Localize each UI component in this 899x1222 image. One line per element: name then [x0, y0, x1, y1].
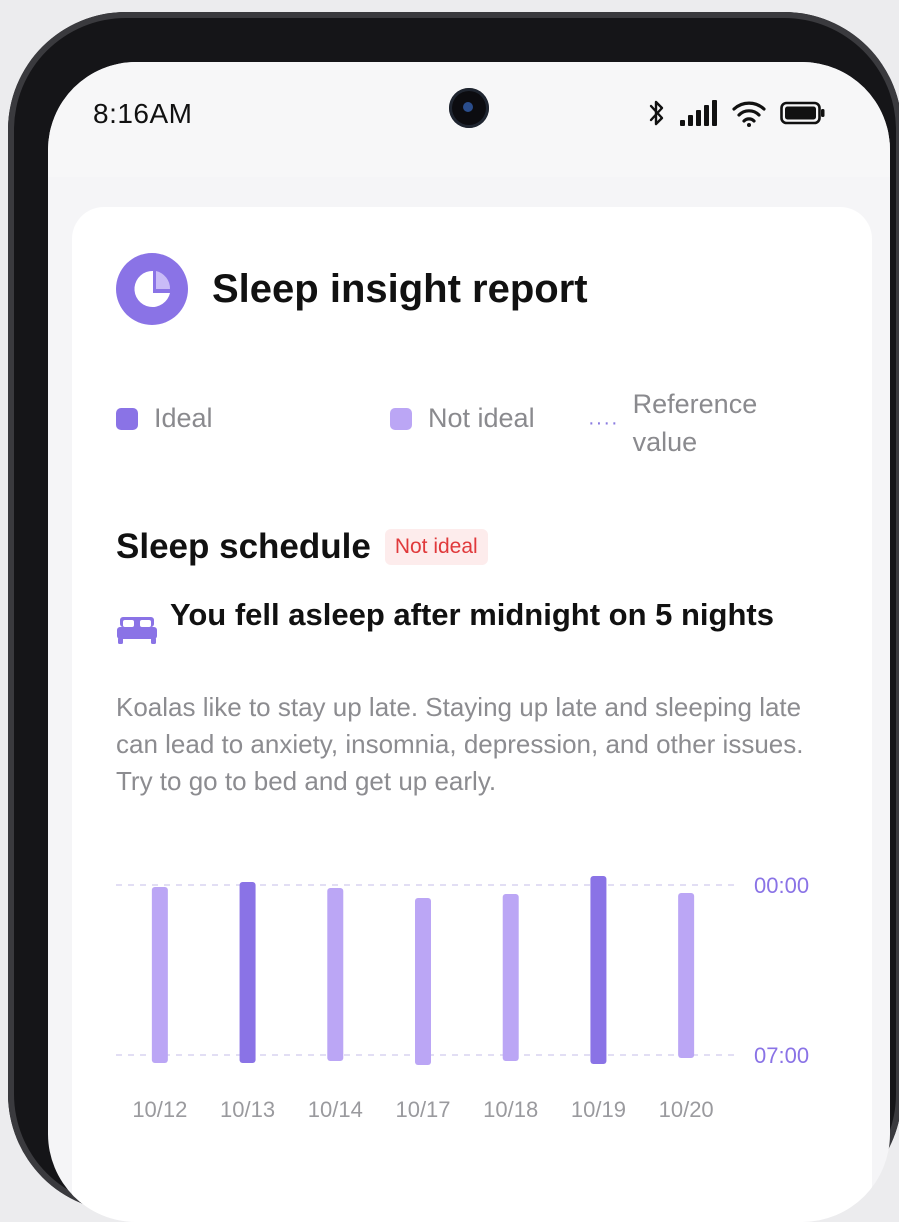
- sleep-bar[interactable]: [415, 898, 431, 1065]
- legend-label-reference: Reference value: [632, 389, 758, 457]
- report-icon: [116, 253, 188, 325]
- chart-svg: 00:00 07:00 10/12 10/13 10/14 10/17 10/18 10/19…: [116, 873, 809, 1122]
- sleep-bar[interactable]: [590, 876, 607, 1064]
- front-camera: [449, 88, 489, 128]
- x-tick-label: 10/18: [483, 1097, 538, 1122]
- x-tick-label: 10/20: [659, 1097, 714, 1122]
- page-title: Sleep insight report: [212, 266, 588, 311]
- legend-label-ideal: Ideal: [154, 403, 213, 433]
- x-tick-label: 10/19: [571, 1097, 626, 1122]
- section-header: Sleep schedule Not ideal: [116, 527, 488, 567]
- sleep-schedule-chart: 00:00 07:00 10/12 10/13 10/14 10/17 10/18 10/19…: [116, 867, 856, 1137]
- y-tick-label: 07:00: [754, 1043, 809, 1068]
- legend-label-not-ideal: Not ideal: [428, 403, 535, 433]
- x-tick-label: 10/17: [395, 1097, 450, 1122]
- wifi-icon: [732, 99, 766, 127]
- sleep-bar[interactable]: [327, 888, 344, 1061]
- sleep-bar[interactable]: [151, 887, 168, 1063]
- card-header: Sleep insight report: [116, 253, 588, 325]
- x-tick-label: 10/14: [308, 1097, 363, 1122]
- bluetooth-icon: [648, 98, 666, 128]
- status-icons: [648, 96, 826, 130]
- insight-headline: You fell asleep after midnight on 5 nigh…: [116, 593, 806, 644]
- sleep-bar[interactable]: [239, 882, 256, 1063]
- status-badge: Not ideal: [384, 529, 488, 565]
- battery-icon: [780, 101, 826, 125]
- signal-icon: [680, 100, 718, 126]
- sleep-insight-card: Sleep insight report Ideal Not ideal ···…: [72, 207, 872, 1222]
- x-tick-label: 10/13: [220, 1097, 275, 1122]
- sleep-bar[interactable]: [502, 894, 519, 1061]
- dotted-line-icon: ····: [588, 412, 619, 434]
- chart-legend: Ideal Not ideal ···· Reference value: [116, 379, 836, 463]
- legend-reference: ···· Reference value: [588, 385, 783, 461]
- insight-description: Koalas like to stay up late. Staying up …: [116, 692, 804, 796]
- bed-icon: [116, 615, 158, 645]
- sleep-bar[interactable]: [678, 893, 695, 1058]
- legend-not-ideal: Not ideal: [390, 403, 535, 434]
- x-tick-label: 10/12: [132, 1097, 187, 1122]
- section-title: Sleep schedule: [116, 527, 371, 566]
- phone-screen: 8:16AM Sleep insight report Ideal Not id…: [48, 62, 890, 1222]
- status-bar: 8:16AM: [48, 62, 890, 177]
- y-tick-label: 00:00: [754, 873, 809, 898]
- legend-ideal: Ideal: [116, 403, 213, 434]
- status-time: 8:16AM: [93, 98, 193, 129]
- insight-headline-text: You fell asleep after midnight on 5 nigh…: [170, 597, 774, 632]
- phone-frame: 8:16AM Sleep insight report Ideal Not id…: [8, 12, 899, 1222]
- legend-swatch-not-ideal: [390, 407, 412, 430]
- legend-swatch-ideal: [116, 407, 138, 430]
